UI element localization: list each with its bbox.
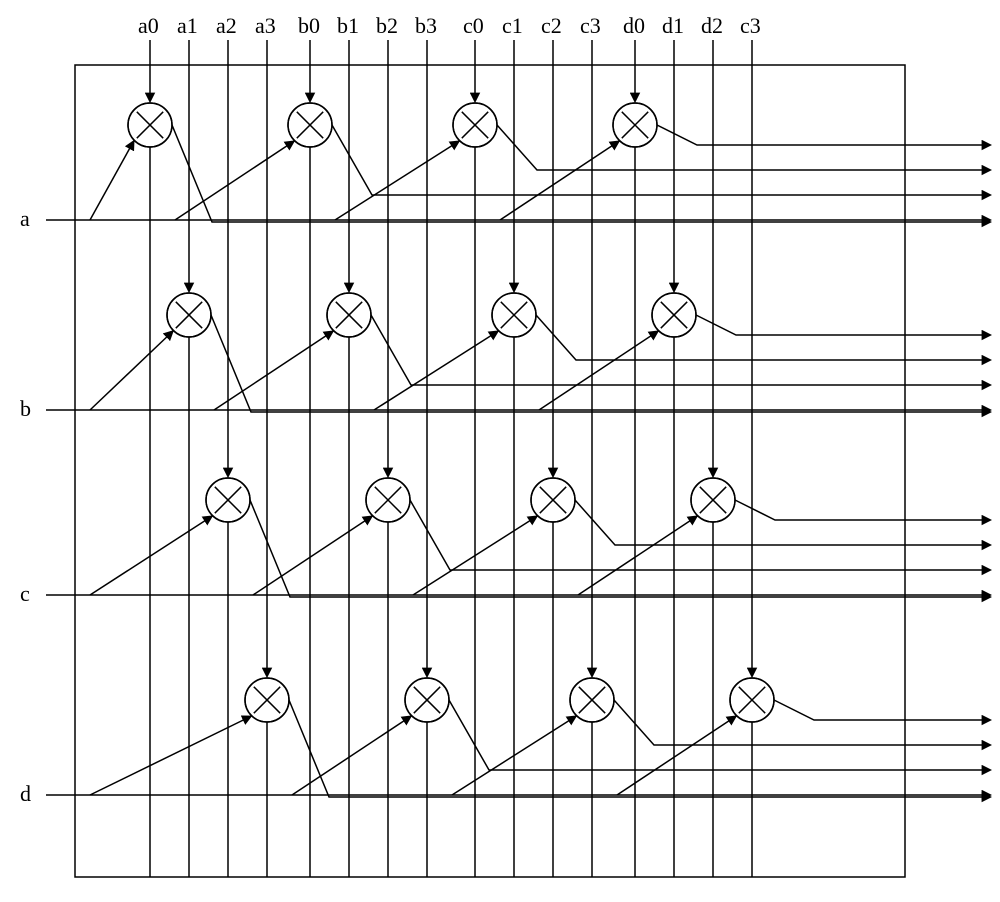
col-label-a2: a2: [216, 13, 237, 38]
col-label-b0: b0: [298, 13, 320, 38]
col-label-b1: b1: [337, 13, 359, 38]
lattice-diagram: a0 a1 a2 a3 b0 b1 b2 b3 c0 c1 c2 c3 d0 d1 d2 c3 a b c d: [0, 0, 1000, 897]
row-label-a: a: [20, 206, 30, 231]
col-label-b3: b3: [415, 13, 437, 38]
row-label-d: d: [20, 781, 31, 806]
col-label-a0: a0: [138, 13, 159, 38]
col-label-c1: c1: [502, 13, 523, 38]
col-label-a1: a1: [177, 13, 198, 38]
col-label-d1: d1: [662, 13, 684, 38]
col-label-a3: a3: [255, 13, 276, 38]
row-label-b: b: [20, 396, 31, 421]
col-label-c0: c0: [463, 13, 484, 38]
col-label-d2: d2: [701, 13, 723, 38]
col-label-c2: c2: [541, 13, 562, 38]
row-label-c: c: [20, 581, 30, 606]
col-label-d0: d0: [623, 13, 645, 38]
col-label-c3: c3: [580, 13, 601, 38]
col-label-c3: c3: [740, 13, 761, 38]
col-label-b2: b2: [376, 13, 398, 38]
